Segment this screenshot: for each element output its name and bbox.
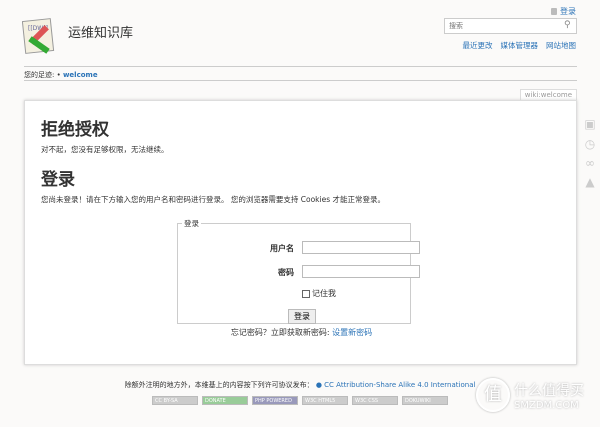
php-badge[interactable]: PHP POWERED <box>252 396 298 405</box>
dokuwiki-logo: [[DW]] <box>22 18 55 54</box>
reset-password-link[interactable]: 设置新密码 <box>332 328 372 337</box>
login-heading: 登录 <box>41 170 75 190</box>
remember-checkbox[interactable] <box>302 289 310 298</box>
clock-icon[interactable]: ◷ <box>584 138 596 150</box>
watermark: 值 什么值得买 SMZDM.COM <box>476 378 584 412</box>
login-link[interactable]: 登录 <box>551 6 576 17</box>
breadcrumb: 您的足迹: • welcome <box>24 71 98 79</box>
search-input[interactable] <box>444 18 577 34</box>
username-input[interactable] <box>302 241 420 254</box>
forgot-password: 忘记密码？立即获取新密码: 设置新密码 <box>25 327 578 338</box>
forgot-text: 忘记密码？立即获取新密码: <box>230 328 330 337</box>
sitemap-link[interactable]: 网站地图 <box>546 40 576 51</box>
watermark-name: 什么值得买 <box>514 382 584 399</box>
donate-badge[interactable]: DONATE <box>202 396 248 405</box>
divider <box>24 80 577 81</box>
login-form: 登录 用户名 密码 记住我 登录 <box>177 218 420 324</box>
denied-text: 对不起，您没有足够权限，无法继续。 <box>41 145 169 154</box>
username-label: 用户名 <box>270 244 294 253</box>
dokuwiki-badge[interactable]: DOKUWIKI <box>402 396 448 405</box>
breadcrumb-label: 您的足迹: <box>24 71 55 79</box>
badges: CC BY-SA DONATE PHP POWERED W3C HTML5 W3… <box>152 396 448 405</box>
remember-label: 记住我 <box>312 289 336 298</box>
site-title[interactable]: 运维知识库 <box>68 22 133 41</box>
license-text: 除额外注明的地方外，本维基上的内容按下列许可协议发布： <box>124 381 314 389</box>
license-link[interactable]: ● CC Attribution-Share Alike 4.0 Interna… <box>316 381 476 389</box>
site-tools: 最近更改 媒体管理器 网站地图 <box>463 40 577 51</box>
breadcrumb-item[interactable]: welcome <box>63 71 98 79</box>
login-text: 您尚未登录！请在下方输入您的用户名和密码进行登录。 您的浏览器需要支持 Cook… <box>41 195 386 204</box>
login-link-text[interactable]: 登录 <box>560 6 576 17</box>
page-content: 拒绝授权 对不起，您没有足够权限，无法继续。 登录 您尚未登录！请在下方输入您的… <box>24 100 577 365</box>
show-page-icon[interactable]: ▣ <box>584 118 596 130</box>
watermark-logo: 值 <box>476 378 510 412</box>
password-input[interactable] <box>302 265 420 278</box>
denied-heading: 拒绝授权 <box>41 120 109 140</box>
recent-changes-link[interactable]: 最近更改 <box>463 40 493 51</box>
divider <box>24 66 577 67</box>
arrow-up-icon[interactable]: ▲ <box>584 176 596 188</box>
html5-badge[interactable]: W3C HTML5 <box>302 396 348 405</box>
password-label: 密码 <box>278 268 294 277</box>
form-legend: 登录 <box>184 219 199 228</box>
link-icon[interactable]: ∞ <box>584 157 596 169</box>
media-manager-link[interactable]: 媒体管理器 <box>501 40 539 51</box>
lock-icon <box>551 8 557 15</box>
css-badge[interactable]: W3C CSS <box>352 396 398 405</box>
remember-me[interactable]: 记住我 <box>302 288 336 299</box>
login-button[interactable]: 登录 <box>288 309 316 324</box>
watermark-domain: SMZDM.COM <box>514 399 579 411</box>
search-icon[interactable]: ⚲ <box>564 20 571 30</box>
cc-badge[interactable]: CC BY-SA <box>152 396 198 405</box>
license-link-text[interactable]: CC Attribution-Share Alike 4.0 Internati… <box>324 381 475 389</box>
